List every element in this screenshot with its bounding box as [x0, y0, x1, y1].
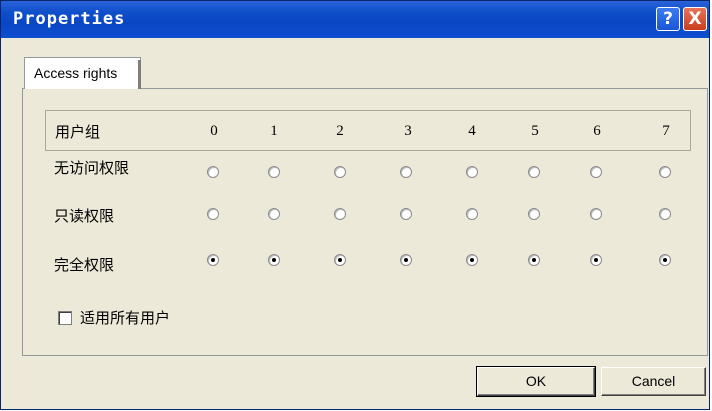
- column-header-5: 5: [531, 123, 539, 139]
- user-group-header: 用户组: [55, 123, 101, 141]
- radio-read-only-7[interactable]: [659, 208, 671, 220]
- tab-shadow: [138, 60, 141, 89]
- ok-button[interactable]: OK: [476, 366, 596, 397]
- radio-no-access-6[interactable]: [590, 166, 602, 178]
- radio-read-only-1[interactable]: [268, 208, 280, 220]
- radio-read-only-2[interactable]: [334, 208, 346, 220]
- radio-no-access-7[interactable]: [659, 166, 671, 178]
- radio-full-access-6[interactable]: [590, 254, 602, 266]
- radio-read-only-0[interactable]: [207, 208, 219, 220]
- close-icon: X: [688, 9, 702, 29]
- radio-full-access-2[interactable]: [334, 254, 346, 266]
- row-label-full-access: 完全权限: [54, 256, 115, 274]
- radio-full-access-3[interactable]: [400, 254, 412, 266]
- help-button[interactable]: ?: [656, 7, 680, 31]
- column-header-4: 4: [468, 123, 476, 139]
- column-header-7: 7: [662, 123, 670, 139]
- radio-no-access-4[interactable]: [466, 166, 478, 178]
- title-bar[interactable]: Properties ? X: [1, 1, 709, 38]
- radio-full-access-1[interactable]: [268, 254, 280, 266]
- radio-no-access-5[interactable]: [528, 166, 540, 178]
- close-button[interactable]: X: [683, 7, 707, 31]
- radio-full-access-0[interactable]: [207, 254, 219, 266]
- radio-read-only-5[interactable]: [528, 208, 540, 220]
- help-icon: ?: [663, 9, 673, 29]
- radio-full-access-7[interactable]: [659, 254, 671, 266]
- row-label-no-access: 无访问权限: [54, 159, 130, 177]
- apply-all-users-label: 适用所有用户: [80, 309, 171, 327]
- radio-full-access-4[interactable]: [466, 254, 478, 266]
- window-title: Properties: [13, 9, 126, 29]
- apply-all-users-checkbox[interactable]: [58, 311, 72, 325]
- column-header-2: 2: [336, 123, 344, 139]
- radio-no-access-3[interactable]: [400, 166, 412, 178]
- radio-read-only-3[interactable]: [400, 208, 412, 220]
- column-header-6: 6: [593, 123, 601, 139]
- radio-full-access-5[interactable]: [528, 254, 540, 266]
- cancel-button[interactable]: Cancel: [601, 367, 706, 396]
- column-header-3: 3: [404, 123, 412, 139]
- radio-read-only-6[interactable]: [590, 208, 602, 220]
- tab-access-rights[interactable]: Access rights: [24, 57, 141, 89]
- radio-no-access-2[interactable]: [334, 166, 346, 178]
- column-header-1: 1: [270, 123, 278, 139]
- radio-no-access-0[interactable]: [207, 166, 219, 178]
- radio-read-only-4[interactable]: [466, 208, 478, 220]
- row-label-read-only: 只读权限: [54, 207, 115, 225]
- radio-no-access-1[interactable]: [268, 166, 280, 178]
- column-header-0: 0: [210, 123, 218, 139]
